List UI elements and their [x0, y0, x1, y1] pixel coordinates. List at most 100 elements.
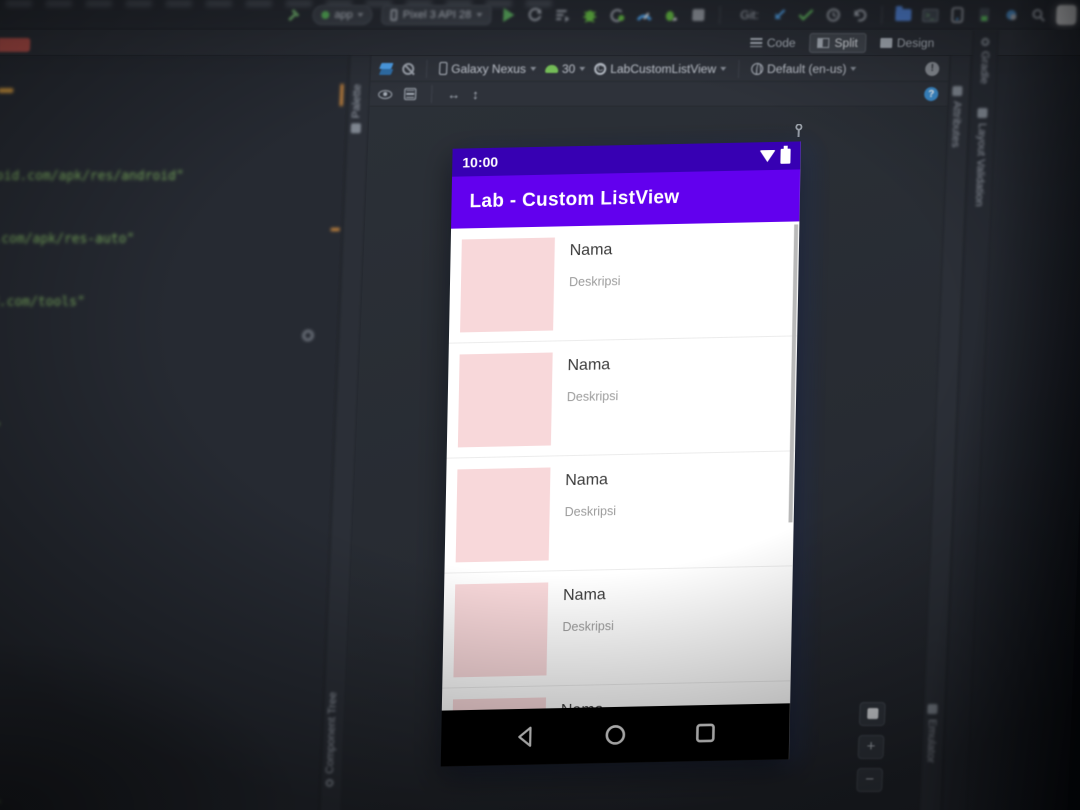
render-issues-icon[interactable]: !: [924, 61, 940, 76]
zoom-to-fit-button[interactable]: [858, 702, 886, 726]
code-line: t": [0, 418, 174, 439]
tab-design[interactable]: Design: [872, 33, 943, 53]
theme-label: LabCustomListView: [610, 61, 717, 76]
attach-debugger-icon[interactable]: [608, 6, 627, 24]
canvas-zoom-controls: + −: [856, 702, 886, 792]
item-name: Nama: [565, 471, 609, 490]
gradle-icon: [981, 38, 990, 46]
design-toolbar-secondary: ↔ ↕ ?: [369, 82, 949, 107]
sidebar-item-attributes[interactable]: Attributes: [949, 86, 963, 147]
vertical-resize-icon[interactable]: ↕: [472, 87, 479, 102]
git-update-icon[interactable]: [770, 6, 789, 24]
git-commit-icon[interactable]: [797, 6, 816, 24]
layout-options-icon[interactable]: [403, 88, 417, 100]
apply-code-changes-icon[interactable]: [554, 6, 573, 24]
device-for-preview-dropdown[interactable]: Galaxy Nexus: [438, 61, 537, 76]
editor-mode-tabs: Code Split Design: [372, 30, 951, 55]
palette-icon: [350, 123, 362, 134]
app-title: Lab - Custom ListView: [469, 186, 680, 213]
android-studio-window: app Pixel 3 API 28 Git: >_ oid.com/apk/r…: [0, 0, 1080, 810]
main-toolbar: app Pixel 3 API 28 Git: >_: [0, 0, 1080, 30]
sidebar-item-component-tree[interactable]: Component Tree: [323, 692, 339, 787]
xml-code-editor[interactable]: oid.com/apk/res/android" .com/apk/res-au…: [0, 56, 350, 810]
design-canvas[interactable]: 10:00 Lab - Custom ListView Nama Deskrip…: [340, 107, 948, 810]
tab-code[interactable]: Code: [742, 33, 804, 53]
zoom-out-button[interactable]: −: [856, 768, 884, 792]
scrollbar-warning-mark: [330, 228, 340, 231]
back-icon: [518, 726, 532, 747]
editor-scroll-knob[interactable]: [302, 330, 314, 341]
device-dropdown[interactable]: Pixel 3 API 28: [381, 5, 492, 25]
sidebar-item-emulator[interactable]: Emulator: [924, 704, 938, 763]
render-tools-wrench-icon[interactable]: [792, 123, 805, 143]
globe-icon: [750, 62, 764, 75]
design-tab-icon: [879, 37, 893, 48]
item-description: Deskripsi: [568, 274, 621, 290]
code-line: ent": [0, 799, 3, 810]
api-level-label: 30: [561, 61, 576, 76]
design-surface-icon[interactable]: [379, 63, 393, 75]
sidebar-item-palette[interactable]: Palette: [350, 84, 364, 134]
preview-device-label: Galaxy Nexus: [450, 61, 527, 76]
avd-manager-icon[interactable]: [975, 6, 994, 24]
rollback-icon[interactable]: [851, 6, 870, 24]
run-configuration-dropdown[interactable]: app: [311, 5, 374, 25]
profile-low-overhead-icon[interactable]: [662, 6, 681, 24]
layout-validation-label: Layout Validation: [972, 123, 989, 207]
design-toolbar: Galaxy Nexus 30 C LabCustomListView Defa…: [370, 56, 950, 82]
stop-button[interactable]: [689, 6, 708, 24]
theme-dropdown[interactable]: C LabCustomListView: [594, 61, 727, 76]
code-tab-icon: [749, 38, 763, 47]
emulator-label: Emulator: [924, 719, 939, 764]
project-structure-icon[interactable]: [894, 6, 913, 24]
item-description: Deskripsi: [566, 389, 619, 405]
sidebar-item-layout-validation[interactable]: Layout Validation: [973, 108, 989, 207]
recents-icon: [695, 723, 715, 743]
split-tab-label: Split: [834, 35, 859, 50]
api-version-dropdown[interactable]: 30: [544, 61, 586, 76]
profiler-icon[interactable]: [635, 6, 654, 24]
layout-inspector-icon[interactable]: [1002, 6, 1021, 24]
apply-changes-icon[interactable]: [527, 6, 546, 24]
help-icon[interactable]: ?: [923, 87, 939, 101]
layout-validation-icon: [977, 108, 988, 118]
terminal-icon[interactable]: >_: [921, 6, 940, 24]
run-button[interactable]: [500, 6, 519, 24]
item-image-placeholder: [460, 237, 555, 333]
component-tree-label: Component Tree: [323, 692, 340, 774]
build-hammer-icon[interactable]: [285, 6, 304, 24]
attributes-label: Attributes: [949, 101, 963, 148]
file-tab[interactable]: [0, 38, 31, 52]
item-description: Deskripsi: [564, 504, 617, 520]
chevron-down-icon: [357, 13, 364, 20]
code-tab-label: Code: [766, 35, 796, 50]
chevron-down-icon: [476, 13, 483, 20]
list-item: Nama Deskripsi: [444, 451, 795, 574]
horizontal-resize-icon[interactable]: ↔: [447, 87, 461, 102]
device-manager-icon[interactable]: [948, 6, 967, 24]
layout-preview-phone[interactable]: 10:00 Lab - Custom ListView Nama Deskrip…: [440, 141, 801, 767]
tab-split[interactable]: Split: [809, 32, 867, 53]
debug-icon[interactable]: [581, 6, 600, 24]
night-mode-off-icon[interactable]: [402, 62, 415, 75]
item-image-placeholder: [453, 582, 549, 678]
item-name: Nama: [562, 586, 606, 605]
search-everywhere-icon[interactable]: [1029, 6, 1048, 24]
history-icon[interactable]: [824, 6, 843, 24]
split-tab-icon: [817, 37, 830, 48]
emulator-icon: [927, 704, 938, 714]
design-pane: Code Split Design Galaxy Nexus 30 C LabC…: [340, 32, 950, 810]
zoom-in-button[interactable]: +: [857, 735, 885, 759]
chevron-down-icon: [719, 66, 727, 74]
code-line: oid.com/apk/res/android": [0, 169, 185, 184]
item-description: Deskripsi: [562, 619, 614, 635]
locale-dropdown[interactable]: Default (en-us): [750, 62, 857, 76]
view-options-icon[interactable]: [378, 89, 393, 99]
notifications-icon[interactable]: [1055, 5, 1077, 25]
sidebar-item-gradle[interactable]: Gradle: [978, 38, 992, 84]
attributes-icon: [952, 86, 963, 96]
